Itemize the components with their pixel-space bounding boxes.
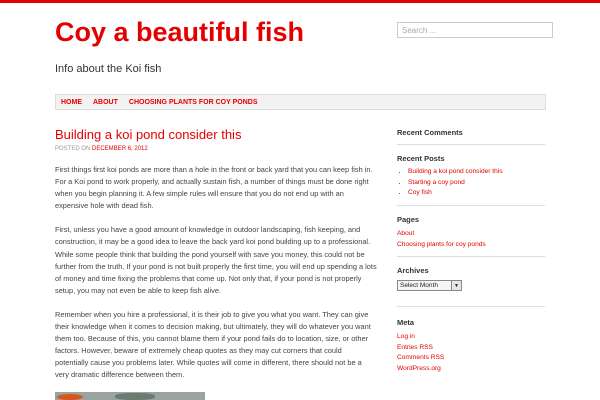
post-paragraph: Remember when you hire a professional, i… <box>55 309 371 380</box>
site-description: Info about the Koi fish <box>55 63 162 75</box>
search-input[interactable] <box>397 22 553 38</box>
meta-item: WordPress.org <box>397 364 444 375</box>
archives-select[interactable]: Select Month ▼ <box>397 280 462 291</box>
widget-divider <box>397 205 545 206</box>
recent-posts-list: Building a koi pond consider this Starti… <box>397 167 503 199</box>
nav-item-home[interactable]: HOME <box>61 99 82 106</box>
page-link-about[interactable]: About <box>397 230 414 237</box>
meta-link-wordpress[interactable]: WordPress.org <box>397 365 441 372</box>
page-item: Choosing plants for coy ponds <box>397 240 486 251</box>
posted-on-label: POSTED ON <box>55 146 91 152</box>
post-title[interactable]: Building a koi pond consider this <box>55 127 241 142</box>
widget-title-recent-comments: Recent Comments <box>397 128 463 137</box>
nav-item-choosing-plants[interactable]: CHOOSING PLANTS FOR COY PONDS <box>129 99 258 106</box>
widget-title-pages: Pages <box>397 215 420 224</box>
widget-divider <box>397 144 545 145</box>
koi-fish-shape <box>57 394 83 400</box>
archives-select-value: Select Month <box>400 282 438 289</box>
recent-post-link[interactable]: Coy fish <box>408 189 432 196</box>
top-accent-bar <box>0 0 600 3</box>
post-paragraph: First things first koi ponds are more th… <box>55 165 373 211</box>
meta-item: Comments RSS <box>397 353 444 364</box>
meta-link-comments-rss[interactable]: Comments RSS <box>397 354 444 361</box>
main-navigation: HOME ABOUT CHOOSING PLANTS FOR COY PONDS <box>55 94 546 110</box>
nav-item-about[interactable]: ABOUT <box>93 99 118 106</box>
widget-divider <box>397 256 545 257</box>
post-meta: POSTED ON DECEMBER 6, 2012 <box>55 146 148 152</box>
widget-title-recent-posts: Recent Posts <box>397 154 445 163</box>
pages-list: About Choosing plants for coy ponds <box>397 229 486 250</box>
recent-post-item: Coy fish <box>408 188 503 199</box>
koi-fish-shape <box>115 393 155 400</box>
meta-item: Entries RSS <box>397 343 444 354</box>
recent-post-link[interactable]: Starting a coy pond <box>408 179 465 186</box>
widget-title-meta: Meta <box>397 318 415 327</box>
recent-post-link[interactable]: Building a koi pond consider this <box>408 168 503 175</box>
recent-post-item: Building a koi pond consider this <box>408 167 503 178</box>
widget-title-archives: Archives <box>397 266 429 275</box>
meta-link-entries-rss[interactable]: Entries RSS <box>397 344 433 351</box>
page-item: About <box>397 229 486 240</box>
recent-post-item: Starting a coy pond <box>408 178 503 189</box>
post-content: First things first koi ponds are more th… <box>55 164 377 394</box>
meta-item: Log in <box>397 332 444 343</box>
site-title[interactable]: Coy a beautiful fish <box>55 17 304 48</box>
post-paragraph: First, unless you have a good amount of … <box>55 225 377 295</box>
widget-divider <box>397 306 545 307</box>
chevron-down-icon: ▼ <box>451 281 461 290</box>
koi-fish-image <box>55 392 205 400</box>
meta-list: Log in Entries RSS Comments RSS WordPres… <box>397 332 444 374</box>
post-date-link[interactable]: DECEMBER 6, 2012 <box>92 146 148 152</box>
page-link-choosing-plants[interactable]: Choosing plants for coy ponds <box>397 241 486 248</box>
meta-link-login[interactable]: Log in <box>397 333 415 340</box>
